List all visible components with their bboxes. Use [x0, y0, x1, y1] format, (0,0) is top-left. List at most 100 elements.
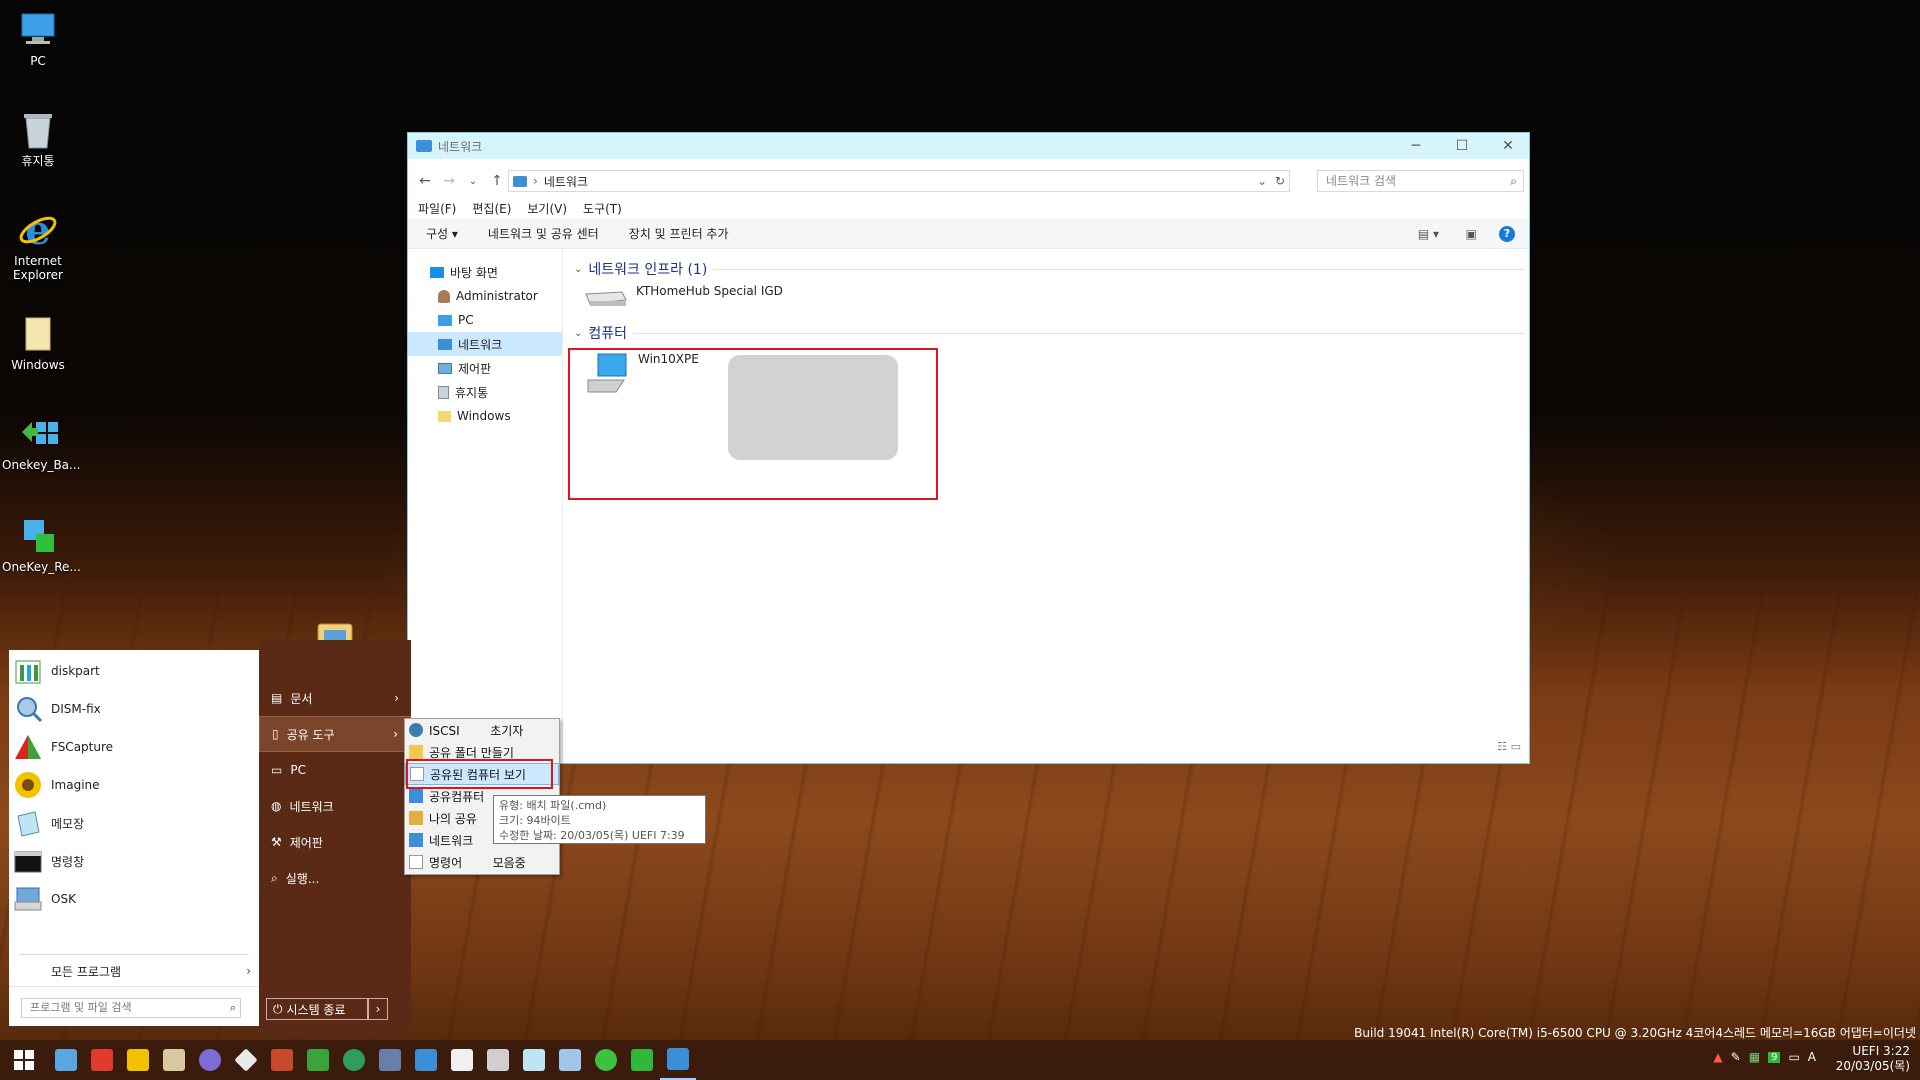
desktop-icon-label: PC: [30, 54, 46, 68]
group-header-computer[interactable]: ⌄ 컴퓨터: [574, 322, 1524, 344]
taskbar-app-disk[interactable]: [228, 1040, 264, 1080]
taskbar-app-browser[interactable]: [192, 1040, 228, 1080]
fscapture-icon: [13, 732, 43, 762]
back-arrow-icon[interactable]: ←: [416, 173, 434, 189]
view-options-icon[interactable]: ▤ ▾: [1418, 227, 1439, 241]
refresh-icon[interactable]: ↻: [1275, 174, 1285, 188]
shutdown-button[interactable]: ⏻ 시스템 종료: [266, 998, 368, 1020]
desktop-icon-onekey-restore[interactable]: OneKey_Re...: [2, 516, 81, 574]
shutdown-options-button[interactable]: ›: [368, 998, 388, 1020]
desktop-icon: [430, 266, 444, 278]
help-icon[interactable]: ?: [1499, 225, 1515, 242]
close-button[interactable]: ✕: [1485, 133, 1531, 159]
submenu-commands[interactable]: 명령어 모음중: [405, 851, 559, 873]
taskbar-app-red[interactable]: [84, 1040, 120, 1080]
desktop-icon-recycle-bin[interactable]: 휴지통: [2, 110, 74, 168]
search-input[interactable]: 네트워크 검색 ⌕: [1317, 170, 1524, 192]
start-menu-programs: diskpart DISM-fix FSCapture Imagine 메모장 …: [9, 650, 259, 1026]
up-arrow-icon[interactable]: ↑: [488, 173, 506, 189]
my-share-icon: [409, 811, 423, 825]
program-fscapture[interactable]: FSCapture: [9, 728, 259, 766]
nav-control-panel[interactable]: 제어판: [408, 356, 562, 380]
dropdown-chevron-icon[interactable]: ⌄: [1257, 174, 1267, 188]
maximize-button[interactable]: ☐: [1439, 133, 1485, 159]
recent-chevron-icon[interactable]: ⌄: [464, 176, 482, 187]
view-toggle-icons[interactable]: ☷ ▭: [1497, 740, 1521, 753]
start-button[interactable]: [0, 1040, 48, 1080]
run-icon: ⌕: [271, 870, 278, 885]
minimize-button[interactable]: ─: [1393, 133, 1439, 159]
clock[interactable]: UEFI 3:22 20/03/05(목): [1836, 1044, 1910, 1074]
organize-button[interactable]: 구성 ▾: [426, 225, 458, 242]
menu-view[interactable]: 보기(V): [527, 200, 567, 217]
taskbar-app-sync[interactable]: [588, 1040, 624, 1080]
tray-chevron-icon[interactable]: ▲: [1713, 1050, 1722, 1064]
taskbar-app-player[interactable]: [120, 1040, 156, 1080]
title-bar[interactable]: 네트워크 ─ ☐ ✕: [408, 133, 1529, 159]
group-header-network-infrastructure[interactable]: ⌄ 네트워크 인프라 (1): [574, 258, 1524, 280]
nav-administrator[interactable]: Administrator: [408, 284, 562, 308]
program-diskpart[interactable]: diskpart: [9, 652, 259, 690]
taskbar-app-globe[interactable]: [336, 1040, 372, 1080]
tray-grid-icon[interactable]: ▦: [1749, 1050, 1760, 1064]
ime-indicator[interactable]: A: [1808, 1050, 1816, 1064]
start-run[interactable]: ⌕ 실행...: [259, 860, 411, 896]
desktop-icon-ie[interactable]: e Internet Explorer: [2, 207, 74, 282]
taskbar-app-archive[interactable]: [156, 1040, 192, 1080]
forward-arrow-icon[interactable]: →: [440, 173, 458, 189]
start-pc[interactable]: ▭ PC: [259, 752, 411, 788]
menu-file[interactable]: 파일(F): [418, 200, 456, 217]
add-device-button[interactable]: 장치 및 프린터 추가: [629, 225, 729, 242]
tray-badge-icon[interactable]: 9: [1768, 1051, 1781, 1063]
taskbar-app-notes[interactable]: [516, 1040, 552, 1080]
taskbar-app-partition[interactable]: [300, 1040, 336, 1080]
taskbar-app-monitor[interactable]: [48, 1040, 84, 1080]
nav-windows[interactable]: Windows: [408, 404, 562, 428]
desktop-icon-pc[interactable]: PC: [2, 10, 74, 68]
taskbar-app-files[interactable]: [552, 1040, 588, 1080]
start-control-panel[interactable]: ⚒ 제어판: [259, 824, 411, 860]
chevron-right-icon: ›: [394, 691, 399, 705]
breadcrumb[interactable]: 네트워크: [544, 173, 588, 190]
submenu-iscsi[interactable]: ISCSI 초기자: [405, 719, 559, 741]
taskbar-app-shield[interactable]: [444, 1040, 480, 1080]
start-menu-places: ▤ 문서 › ▯ 공유 도구 › ▭ PC ◍ 네트워크 ⚒ 제어판 ⌕ 실행.…: [259, 640, 411, 1038]
start-documents[interactable]: ▤ 문서 ›: [259, 680, 411, 716]
desktop-icon-windows[interactable]: Windows: [2, 314, 74, 372]
taskbar-app-tool[interactable]: [264, 1040, 300, 1080]
nav-recycle-bin[interactable]: 휴지통: [408, 380, 562, 404]
start-network[interactable]: ◍ 네트워크: [259, 788, 411, 824]
menu-bar: 파일(F) 편집(E) 보기(V) 도구(T): [408, 197, 1529, 219]
menu-tools[interactable]: 도구(T): [583, 200, 622, 217]
menu-edit[interactable]: 편집(E): [472, 200, 511, 217]
windows-logo-icon: [14, 1050, 34, 1070]
taskbar-app-h[interactable]: [624, 1040, 660, 1080]
desktop-icon-onekey-backup[interactable]: Onekey_Ba...: [2, 414, 80, 472]
device-kthomehub[interactable]: KTHomeHub Special IGD: [582, 284, 783, 310]
program-dism-fix[interactable]: DISM-fix: [9, 690, 259, 728]
nav-network[interactable]: 네트워크: [408, 332, 562, 356]
taskbar-app-grid[interactable]: [372, 1040, 408, 1080]
all-programs-button[interactable]: 모든 프로그램 ›: [9, 958, 259, 984]
pen-icon[interactable]: ✎: [1731, 1050, 1741, 1064]
installer-icon: [415, 1049, 437, 1071]
nav-pc[interactable]: PC: [408, 308, 562, 332]
nav-desktop[interactable]: 바탕 화면: [408, 260, 562, 284]
chevron-right-icon: ›: [393, 727, 398, 741]
network-sharing-center-button[interactable]: 네트워크 및 공유 센터: [488, 225, 599, 242]
network-tray-icon[interactable]: ▭: [1788, 1050, 1799, 1064]
program-osk[interactable]: OSK: [9, 880, 259, 918]
program-imagine[interactable]: Imagine: [9, 766, 259, 804]
taskbar-app-installer[interactable]: [408, 1040, 444, 1080]
start-sharing-tools[interactable]: ▯ 공유 도구 ›: [259, 716, 411, 752]
program-search-input[interactable]: 프로그램 및 파일 검색 ⌕: [21, 998, 241, 1018]
taskbar-app-network[interactable]: [660, 1040, 696, 1080]
program-cmd[interactable]: 명령창: [9, 842, 259, 880]
preview-pane-icon[interactable]: ▣: [1466, 227, 1477, 241]
address-bar[interactable]: › 네트워크 ⌄ ↻: [508, 170, 1290, 192]
program-notepad[interactable]: 메모장: [9, 804, 259, 842]
system-info-text: Build 19041 Intel(R) Core(TM) i5-6500 CP…: [1354, 1026, 1916, 1040]
network-icon: [416, 140, 432, 152]
archive-icon: [163, 1049, 185, 1071]
taskbar-app-tools[interactable]: [480, 1040, 516, 1080]
